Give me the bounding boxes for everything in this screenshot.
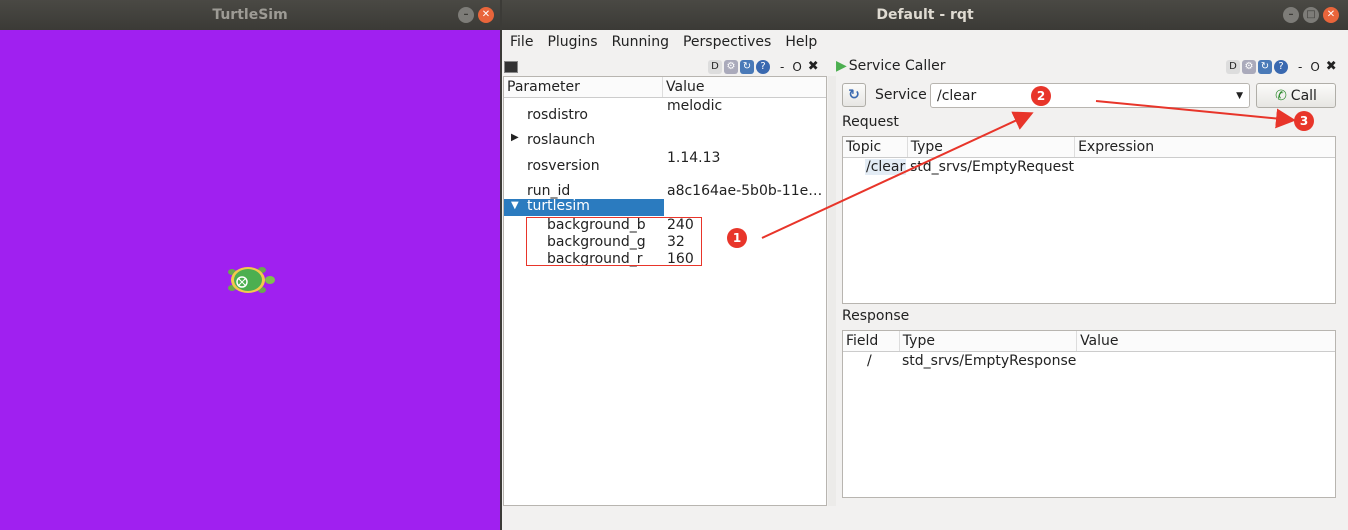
arrow-1-to-2 — [761, 111, 1034, 239]
annotation-marker-3: 3 — [1294, 111, 1314, 131]
annotation-marker-2: 2 — [1031, 86, 1051, 106]
arrow-2-to-3 — [1095, 100, 1296, 129]
annotation-marker-1: 1 — [727, 228, 747, 248]
annotation-arrows — [761, 100, 1296, 239]
